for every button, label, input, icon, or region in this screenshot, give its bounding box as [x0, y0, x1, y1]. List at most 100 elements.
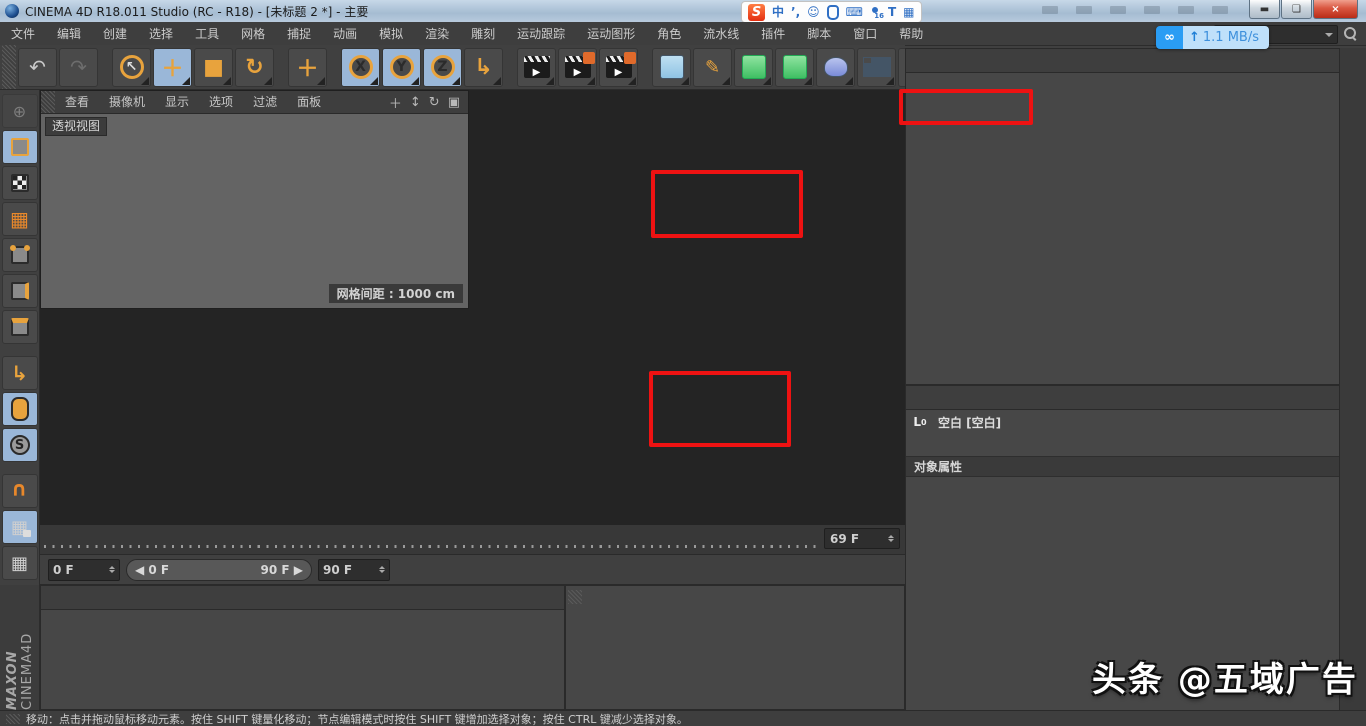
range-start-label: ◀ 0 F	[135, 563, 169, 577]
deformer-button[interactable]	[816, 48, 855, 87]
snap-button[interactable]: ∪	[2, 474, 38, 508]
render-picture-viewer-button[interactable]: ▶	[558, 48, 597, 87]
timeline-ruler[interactable]: 69 F	[40, 525, 905, 555]
pen-icon: ✎	[705, 57, 720, 78]
end-frame-field[interactable]: 90 F	[318, 559, 390, 581]
last-tool-move-button[interactable]: ＋	[288, 48, 327, 87]
menu-item-12[interactable]: 运动图形	[576, 23, 646, 45]
menu-item-8[interactable]: 模拟	[368, 23, 414, 45]
axis-mode-button[interactable]: ↳	[2, 356, 38, 390]
spinner-icon[interactable]	[109, 563, 115, 576]
menu-item-3[interactable]: 选择	[138, 23, 184, 45]
draw-spline-button[interactable]: ✎	[693, 48, 732, 87]
rotate-button[interactable]: ↻	[235, 48, 274, 87]
render-view-button[interactable]: ▶	[517, 48, 556, 87]
viewport-perspective[interactable]: 查看摄像机显示选项过滤面板＋↕↻▣透视视图网格间距 : 1000 cm	[40, 90, 469, 309]
clapperboard-icon: ▶	[606, 56, 632, 78]
lock-z-button[interactable]: Z	[423, 48, 462, 87]
viewport-menu-item-0[interactable]: 查看	[55, 92, 99, 113]
timeline-ticks[interactable]	[40, 525, 820, 555]
live-selection-button[interactable]: ↖	[112, 48, 151, 87]
ime-toolbar[interactable]: S 中 ’, ☺ ⌨ 16 T ▦	[741, 1, 922, 23]
viewport-menu-item-4[interactable]: 过滤	[243, 92, 287, 113]
viewport-area: 查看摄像机显示选项过滤面板＋↕↻▣透视视图网格间距 : 1000 cm	[40, 90, 905, 525]
minimize-button[interactable]: ▬	[1249, 0, 1280, 19]
move-button[interactable]: ＋	[153, 48, 192, 87]
viewport-menu-item-5[interactable]: 面板	[287, 92, 331, 113]
maximize-view-icon[interactable]: ▣	[448, 95, 460, 110]
edges-mode-button[interactable]	[2, 274, 38, 308]
tweak-mode-button[interactable]	[2, 392, 38, 426]
skin-icon[interactable]: T	[888, 3, 896, 21]
mic-icon[interactable]	[827, 5, 839, 20]
menu-item-18[interactable]: 帮助	[888, 23, 934, 45]
workplane-lock-button[interactable]: ▦	[2, 510, 38, 544]
subdivision-surface-button[interactable]	[734, 48, 773, 87]
menu-item-15[interactable]: 插件	[750, 23, 796, 45]
close-button[interactable]: ×	[1313, 0, 1358, 19]
soft-selection-button[interactable]: S	[2, 428, 38, 462]
mograph-button[interactable]	[775, 48, 814, 87]
menu-item-5[interactable]: 网格	[230, 23, 276, 45]
start-frame-field[interactable]: 0 F	[48, 559, 120, 581]
rotate-view-icon[interactable]: ↻	[429, 95, 440, 110]
material-manager	[40, 585, 565, 710]
menu-item-9[interactable]: 渲染	[414, 23, 460, 45]
viewport-menu-item-1[interactable]: 摄像机	[99, 92, 155, 113]
render-settings-button[interactable]: ▶	[599, 48, 638, 87]
add-cube-button[interactable]	[652, 48, 691, 87]
spinner-icon[interactable]	[379, 563, 385, 576]
coordinate-system-button[interactable]: ↳	[464, 48, 503, 87]
frame-range-slider[interactable]: ◀ 0 F 90 F ▶	[126, 559, 312, 581]
environment-button[interactable]	[857, 48, 896, 87]
checker-cube-icon	[11, 174, 29, 192]
menu-item-10[interactable]: 雕刻	[460, 23, 506, 45]
timeline-tick-dots	[44, 545, 816, 548]
viewport-menu-item-3[interactable]: 选项	[199, 92, 243, 113]
menu-item-7[interactable]: 动画	[322, 23, 368, 45]
make-editable-button[interactable]: ⊕	[2, 94, 38, 128]
main-toolbar: ↶↷↖＋■↻＋XYZ↳▶▶▶✎	[0, 45, 905, 90]
left-mode-toolbar: ⊕▦↳S∪▦▦	[0, 90, 40, 585]
search-icon[interactable]	[1344, 27, 1356, 39]
restore-button[interactable]: ❏	[1281, 0, 1312, 19]
skin-person-icon[interactable]: 16	[870, 7, 881, 18]
redo-button[interactable]: ↷	[59, 48, 98, 87]
ime-item[interactable]: 中	[772, 3, 784, 21]
menu-item-16[interactable]: 脚本	[796, 23, 842, 45]
scale-button[interactable]: ■	[194, 48, 233, 87]
points-mode-button[interactable]	[2, 238, 38, 272]
model-mode-button[interactable]	[2, 130, 38, 164]
ime-item[interactable]: ’,	[791, 3, 800, 21]
ime-item[interactable]: ⌨	[846, 3, 863, 21]
spinner-icon[interactable]	[888, 532, 894, 545]
texture-mode-button[interactable]	[2, 166, 38, 200]
zoom-icon[interactable]: ↕	[410, 95, 421, 110]
menu-item-0[interactable]: 文件	[0, 23, 46, 45]
workplane-button[interactable]: ▦	[2, 546, 38, 580]
menu-item-17[interactable]: 窗口	[842, 23, 888, 45]
viewport-canvas-perspective[interactable]	[41, 113, 468, 308]
panel-grip[interactable]	[41, 91, 55, 113]
toolbox-icon[interactable]: ▦	[903, 3, 914, 21]
ime-item[interactable]: ☺	[807, 3, 820, 21]
menu-item-2[interactable]: 创建	[92, 23, 138, 45]
lock-x-button[interactable]: X	[341, 48, 380, 87]
menu-item-6[interactable]: 捕捉	[276, 23, 322, 45]
menu-item-1[interactable]: 编辑	[46, 23, 92, 45]
menu-item-11[interactable]: 运动跟踪	[506, 23, 576, 45]
panel-grip[interactable]	[568, 590, 582, 604]
green-cube-icon	[742, 55, 766, 79]
ime-logo-icon[interactable]: S	[748, 4, 765, 21]
polygons-mode-button[interactable]	[2, 310, 38, 344]
viewport-menu-item-2[interactable]: 显示	[155, 92, 199, 113]
workplane-mode-button[interactable]: ▦	[2, 202, 38, 236]
toolbar-grip[interactable]	[2, 45, 16, 89]
pan-icon[interactable]: ＋	[389, 93, 402, 112]
menu-item-14[interactable]: 流水线	[692, 23, 750, 45]
menu-item-13[interactable]: 角色	[646, 23, 692, 45]
lock-y-button[interactable]: Y	[382, 48, 421, 87]
current-frame-field[interactable]: 69 F	[824, 528, 900, 549]
undo-button[interactable]: ↶	[18, 48, 57, 87]
menu-item-4[interactable]: 工具	[184, 23, 230, 45]
